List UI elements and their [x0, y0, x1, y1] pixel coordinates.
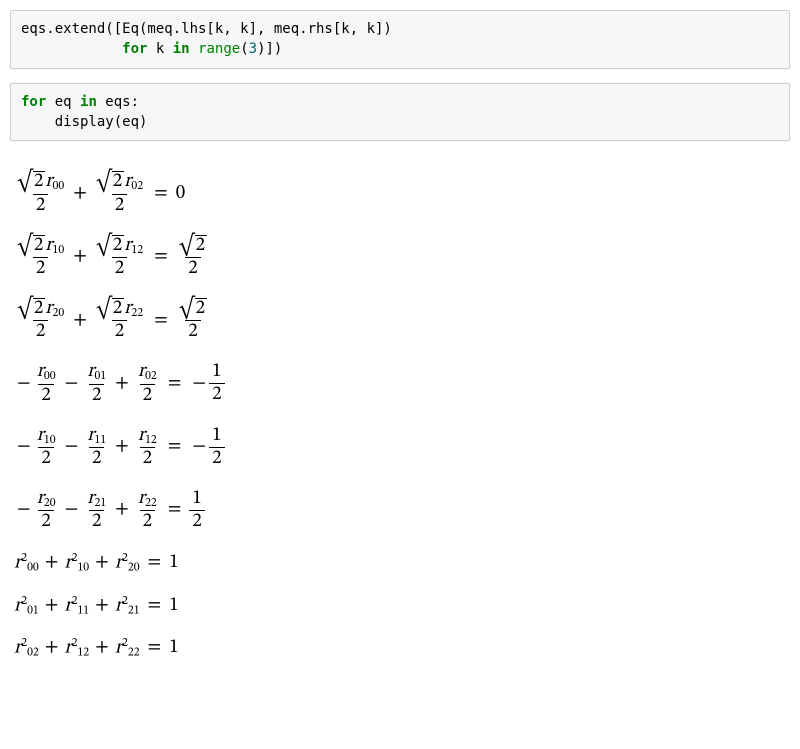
equation-7: r200+r210+r220=1	[14, 551, 786, 575]
equation-5: −r102−r112+r122=−12	[14, 425, 786, 470]
equation-4: −r002−r012+r022=−12	[14, 361, 786, 406]
math-output: √2r002+√2r022=0 √2r102+√2r122=√22 √2r202+√…	[10, 155, 790, 680]
equation-2: √2r102+√2r122=√22	[14, 235, 786, 280]
equation-9: r202+r212+r222=1	[14, 636, 786, 660]
equation-1: √2r002+√2r022=0	[14, 171, 786, 216]
equation-8: r201+r211+r221=1	[14, 594, 786, 618]
equation-6: −r202−r212+r222=12	[14, 488, 786, 533]
equation-3: √2r202+√2r222=√22	[14, 298, 786, 343]
code-cell-2: for eq in eqs: display(eq)	[10, 83, 790, 142]
code-cell-1: eqs.extend([Eq(meq.lhs[k, k], meq.rhs[k,…	[10, 10, 790, 69]
